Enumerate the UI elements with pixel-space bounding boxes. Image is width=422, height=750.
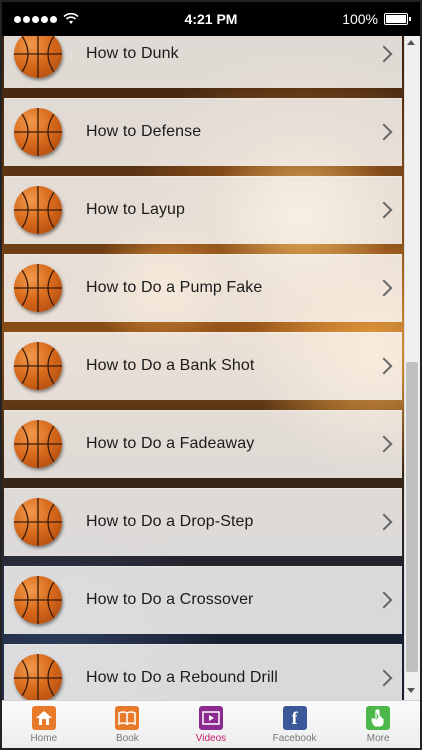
basketball-icon	[14, 654, 62, 700]
wifi-icon	[63, 13, 79, 24]
list-item-fadeaway[interactable]: How to Do a Fadeaway	[4, 410, 402, 478]
basketball-icon	[14, 498, 62, 546]
list-item-label: How to Dunk	[86, 45, 179, 62]
chevron-right-icon	[375, 669, 393, 687]
basketball-icon	[14, 36, 62, 78]
basketball-icon	[14, 108, 62, 156]
list-item-label: How to Do a Rebound Drill	[86, 669, 278, 686]
basketball-icon	[14, 342, 62, 390]
list-item-crossover[interactable]: How to Do a Crossover	[4, 566, 402, 634]
list-item-drop-step[interactable]: How to Do a Drop-Step	[4, 488, 402, 556]
status-bar: 4:21 PM 100%	[2, 2, 420, 36]
battery-icon	[384, 13, 411, 25]
chevron-right-icon	[375, 279, 393, 297]
battery-percent: 100%	[342, 11, 378, 27]
list-item-label: How to Layup	[86, 201, 186, 218]
tab-home[interactable]: Home	[2, 701, 86, 749]
topic-list[interactable]: How to Dunk How to Defense How to Layup …	[2, 36, 404, 700]
list-item-rebound-drill[interactable]: How to Do a Rebound Drill	[4, 644, 402, 700]
chevron-right-icon	[375, 591, 393, 609]
home-icon	[31, 706, 56, 730]
chevron-right-icon	[375, 45, 393, 63]
tab-bar: Home Book Videos f Facebook More	[2, 700, 420, 749]
basketball-icon	[14, 186, 62, 234]
tab-facebook[interactable]: f Facebook	[253, 701, 337, 749]
hand-icon	[366, 706, 391, 730]
scroll-up-arrow-icon[interactable]	[407, 40, 415, 45]
list-item-label: How to Do a Crossover	[86, 591, 254, 608]
tab-book[interactable]: Book	[86, 701, 170, 749]
basketball-icon	[14, 264, 62, 312]
chevron-right-icon	[375, 357, 393, 375]
scrollbar-thumb[interactable]	[406, 362, 418, 672]
tab-videos[interactable]: Videos	[169, 701, 253, 749]
basketball-icon	[14, 576, 62, 624]
chevron-right-icon	[375, 435, 393, 453]
list-item-pump-fake[interactable]: How to Do a Pump Fake	[4, 254, 402, 322]
chevron-right-icon	[375, 201, 393, 219]
scroll-down-arrow-icon[interactable]	[407, 688, 415, 693]
list-item-label: How to Do a Fadeaway	[86, 435, 255, 452]
chevron-right-icon	[375, 123, 393, 141]
book-icon	[115, 706, 140, 730]
basketball-icon	[14, 420, 62, 468]
list-item-label: How to Do a Pump Fake	[86, 279, 263, 296]
tab-label: Book	[115, 733, 139, 744]
list-item-defense[interactable]: How to Defense	[4, 98, 402, 166]
tab-label: Facebook	[272, 733, 317, 744]
tab-label: Home	[30, 733, 58, 744]
facebook-icon: f	[282, 706, 307, 730]
list-item-layup[interactable]: How to Layup	[4, 176, 402, 244]
list-item-bank-shot[interactable]: How to Do a Bank Shot	[4, 332, 402, 400]
list-item-label: How to Do a Drop-Step	[86, 513, 254, 530]
list-item-dunk[interactable]: How to Dunk	[4, 36, 402, 88]
list-item-label: How to Defense	[86, 123, 202, 140]
tab-label: More	[366, 733, 390, 744]
tab-more[interactable]: More	[336, 701, 420, 749]
signal-dots-icon	[14, 15, 57, 23]
list-item-label: How to Do a Bank Shot	[86, 357, 255, 374]
chevron-right-icon	[375, 513, 393, 531]
video-icon	[198, 706, 223, 730]
tab-label: Videos	[195, 733, 227, 744]
